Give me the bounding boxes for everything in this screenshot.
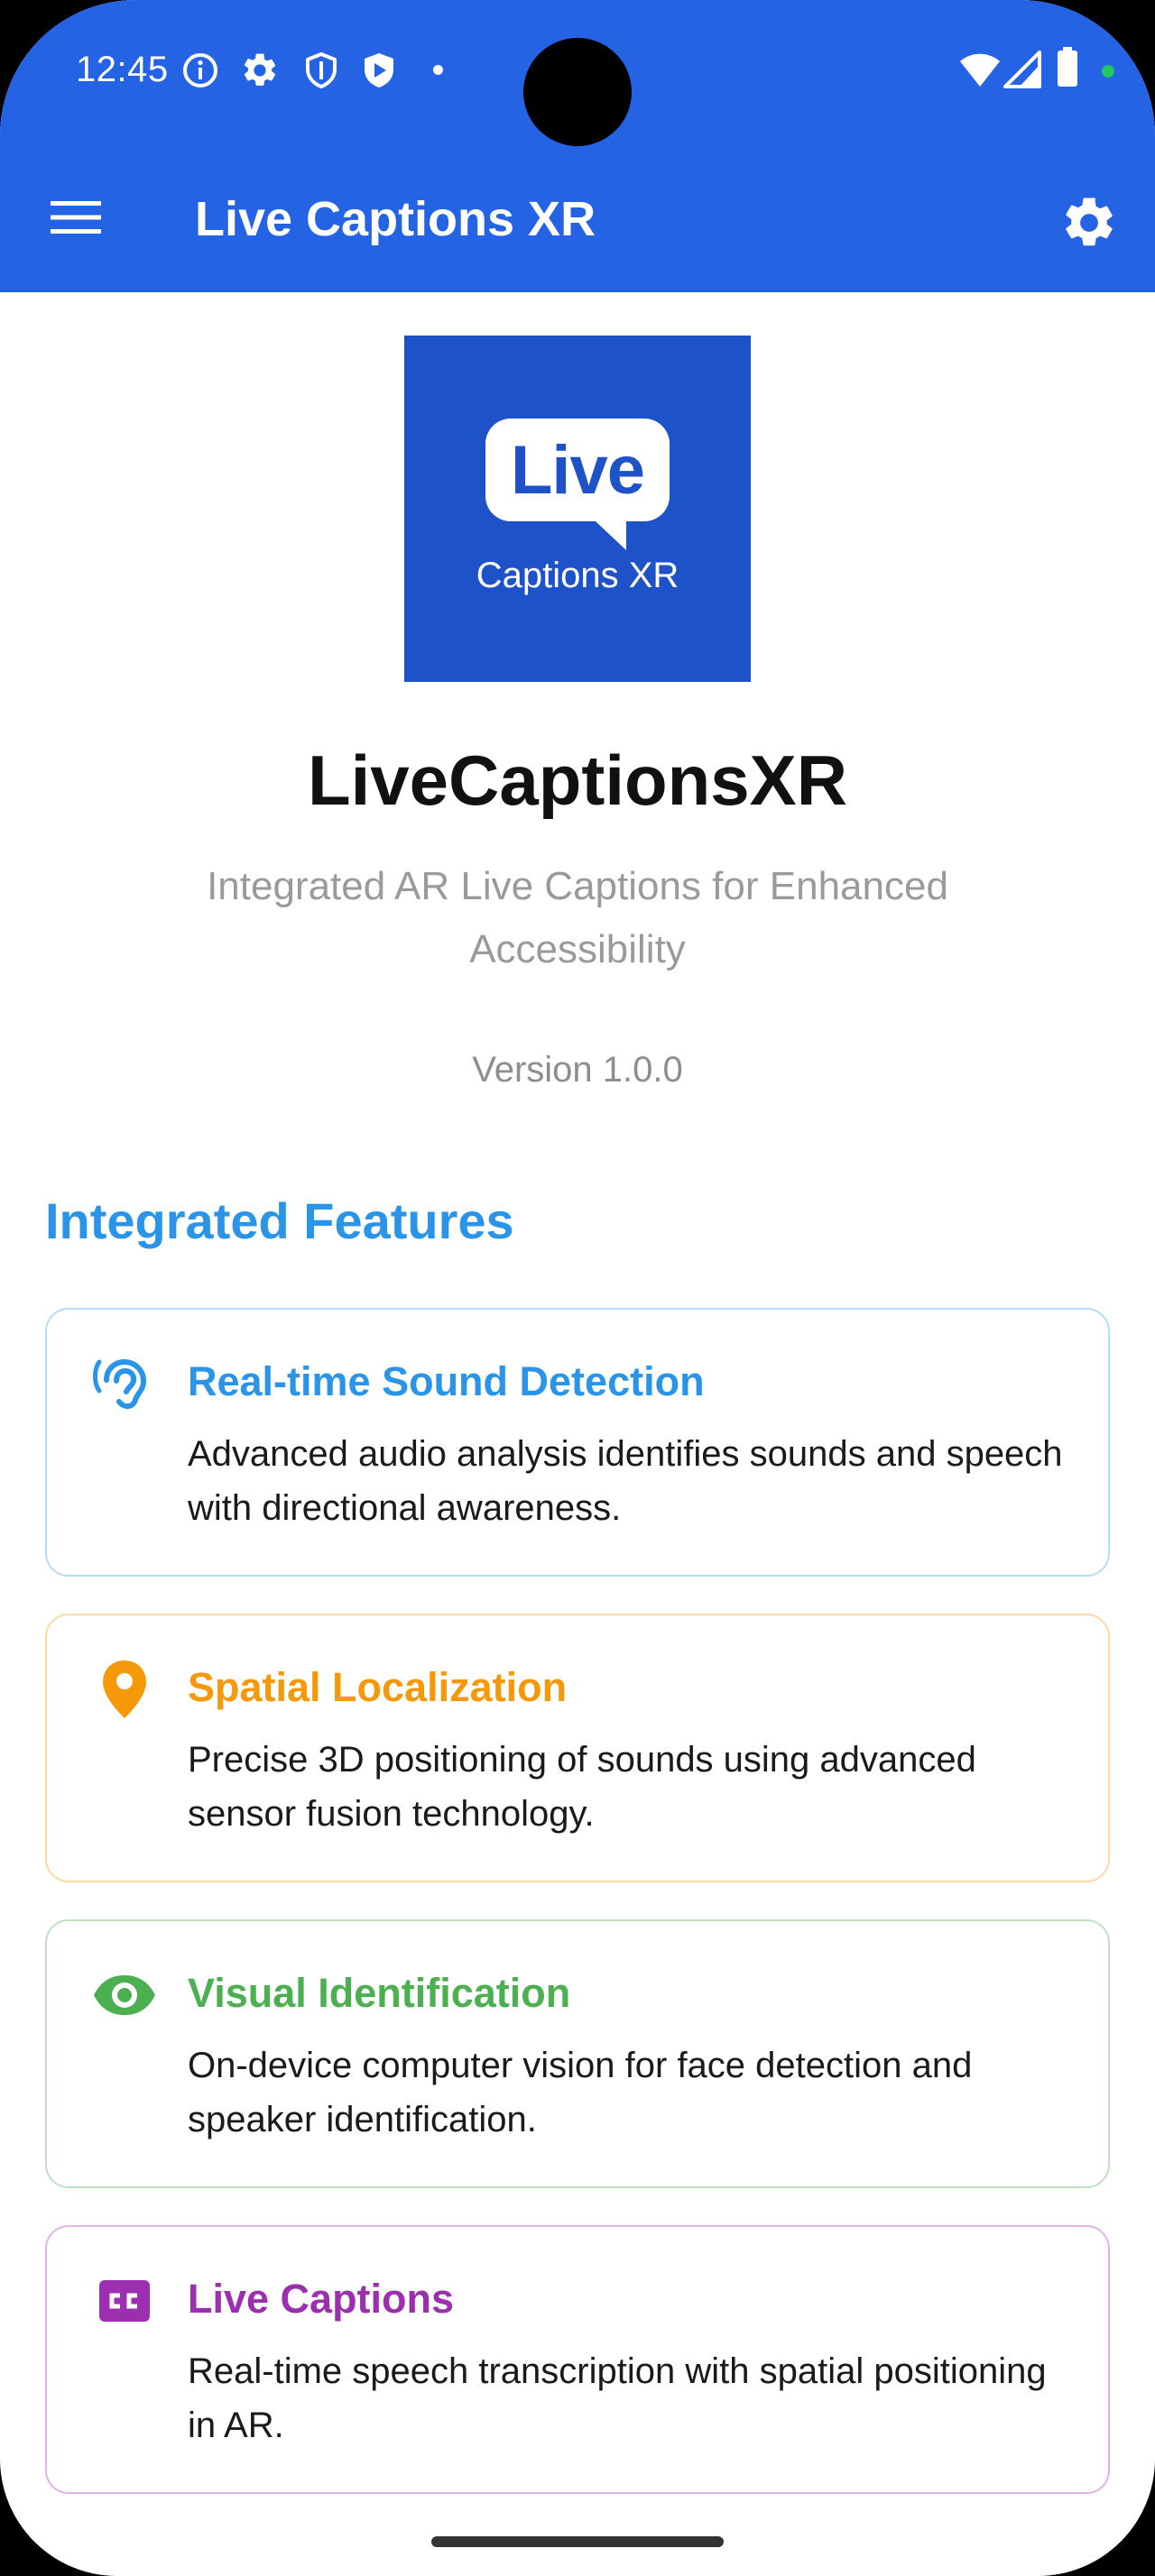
app-tagline: Integrated AR Live Captions for Enhanced… — [207, 864, 948, 971]
app-logo: Live Captions XR — [404, 336, 751, 682]
feature-description: On-device computer vision for face detec… — [188, 2046, 973, 2139]
camera-cutout — [523, 38, 632, 146]
status-time: 12:45 — [76, 50, 169, 89]
feature-card-spatial-localization: Spatial Localization Precise 3D position… — [45, 1614, 1110, 1882]
feature-title: Real-time Sound Detection — [188, 1358, 705, 1404]
shield-icon — [301, 51, 341, 90]
feature-card-live-captions: Live Captions Real-time speech transcrip… — [45, 2225, 1110, 2494]
battery-icon — [1056, 47, 1079, 88]
feature-title: Visual Identification — [188, 1970, 571, 2016]
app-screen: 12:45 Live Captions XR Live Captions XR … — [0, 0, 1155, 2576]
logo-word: Live — [510, 431, 645, 509]
wifi-icon — [958, 49, 1002, 90]
feature-card-visual-identification: Visual Identification On-device computer… — [45, 1919, 1110, 2188]
info-icon — [180, 51, 220, 90]
logo-caption: Captions XR — [476, 556, 679, 595]
closed-caption-icon — [90, 2267, 159, 2335]
feature-description: Advanced audio analysis identifies sound… — [188, 1434, 1063, 1528]
notification-dot-icon — [433, 65, 443, 75]
feature-card-sound-detection: Real-time Sound Detection Advanced audio… — [45, 1308, 1110, 1577]
location-pin-icon — [90, 1655, 159, 1724]
home-indicator[interactable] — [431, 2536, 724, 2547]
hamburger-menu-icon[interactable] — [40, 186, 112, 249]
feature-title: Live Captions — [188, 2276, 455, 2322]
eye-icon — [90, 1961, 159, 2029]
feature-description: Real-time speech transcription with spat… — [188, 2351, 1047, 2445]
settings-gear-icon[interactable] — [1050, 184, 1128, 262]
app-version: Version 1.0.0 — [472, 1050, 683, 1090]
app-name-heading: LiveCaptionsXR — [307, 741, 848, 820]
feature-title: Spatial Localization — [188, 1664, 568, 1710]
signal-icon — [1003, 49, 1043, 90]
privacy-indicator-icon — [1102, 65, 1114, 78]
ear-icon — [90, 1349, 159, 1418]
play-shield-icon — [359, 51, 399, 90]
gear-icon — [240, 51, 280, 90]
features-section-title: Integrated Features — [45, 1192, 514, 1249]
feature-description: Precise 3D positioning of sounds using a… — [188, 1740, 976, 1834]
app-bar-title: Live Captions XR — [195, 192, 596, 246]
